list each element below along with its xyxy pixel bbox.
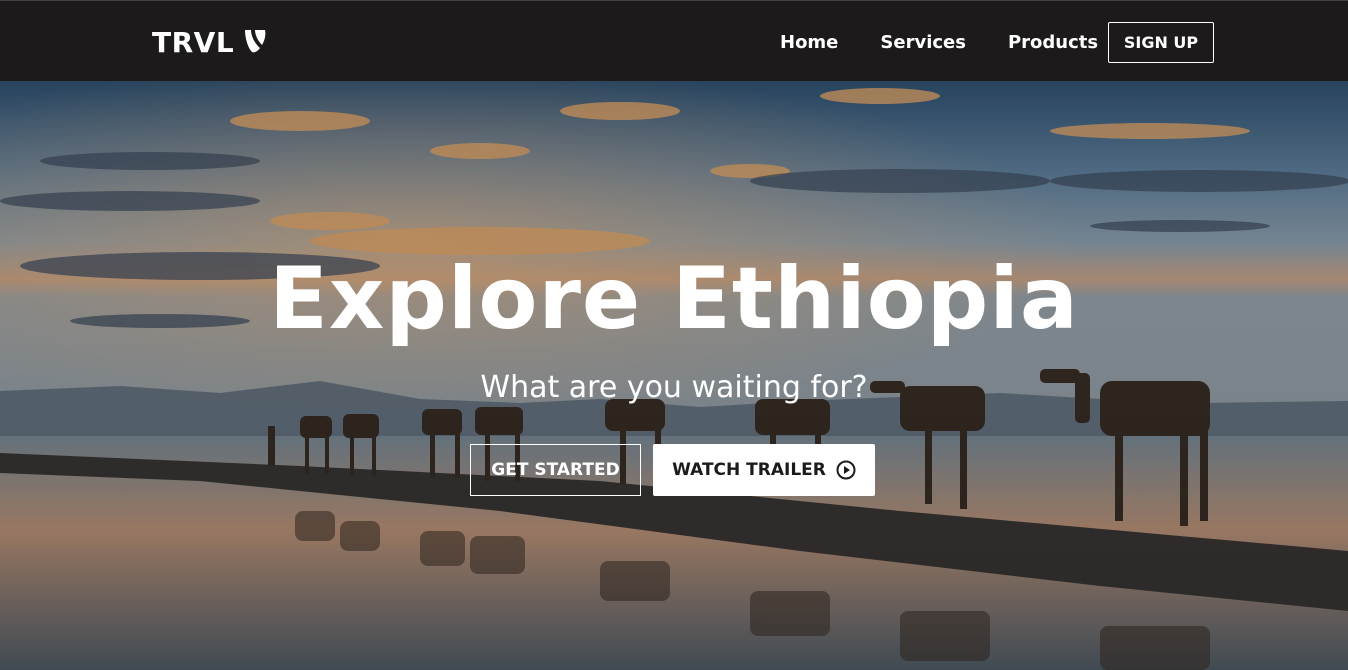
watch-trailer-button[interactable]: WATCH TRAILER [653, 444, 875, 496]
watch-trailer-label: WATCH TRAILER [672, 460, 826, 480]
get-started-button[interactable]: GET STARTED [470, 444, 641, 496]
play-circle-icon [836, 460, 856, 480]
nav-link-home[interactable]: Home [780, 31, 838, 55]
hero-section: Explore Ethiopia What are you waiting fo… [0, 81, 1348, 670]
nav-links: Home Services Products [780, 31, 1098, 55]
hero-subtitle: What are you waiting for? [480, 370, 868, 405]
signup-button[interactable]: SIGN UP [1108, 22, 1214, 63]
typo3-logo-icon [245, 30, 266, 53]
logo-text: TRVL [152, 26, 235, 59]
nav-link-services[interactable]: Services [880, 31, 966, 55]
navbar: TRVL Home Services Products SIGN UP [0, 0, 1348, 81]
nav-link-products[interactable]: Products [1008, 31, 1098, 55]
logo[interactable]: TRVL [152, 25, 268, 61]
hero-title: Explore Ethiopia [269, 249, 1079, 349]
